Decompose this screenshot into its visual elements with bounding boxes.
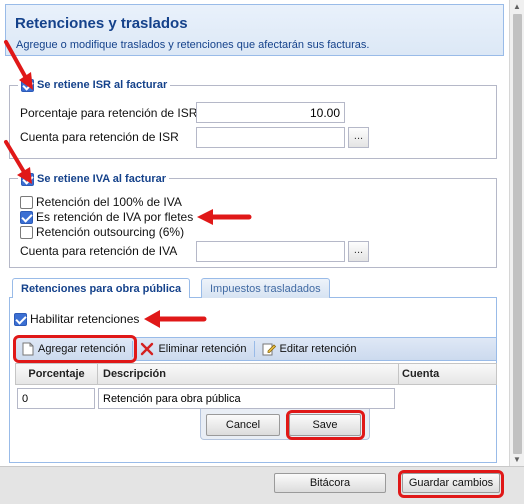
page-description: Agregue o modifique traslados y retencio…: [16, 39, 370, 51]
isr-account-label: Cuenta para retención de ISR: [20, 130, 179, 144]
highlight-save-changes: [398, 470, 504, 498]
iva-outsourcing-checkbox[interactable]: [20, 225, 33, 239]
retenciones-grid-header: Porcentaje Descripción Cuenta: [15, 363, 497, 385]
row-percentage-input[interactable]: [17, 388, 95, 409]
bitacora-button[interactable]: Bitácora: [274, 473, 386, 493]
vertical-scrollbar[interactable]: ▲ ▼: [509, 0, 524, 466]
iva-account-browse-button[interactable]: ...: [348, 241, 369, 262]
annotation-arrow-habilitar-icon: [144, 310, 207, 328]
annotation-arrow-iva-icon: [4, 140, 32, 184]
delete-retencion-button[interactable]: Eliminar retención: [135, 338, 251, 360]
section-header: Retenciones y traslados Agregue o modifi…: [5, 4, 504, 56]
annotation-arrow-isr-icon: [4, 40, 33, 90]
edit-pencil-icon: [262, 343, 276, 356]
enable-retenciones[interactable]: Habilitar retenciones: [14, 312, 139, 326]
isr-account-input[interactable]: [196, 127, 345, 148]
toolbar-separator: [253, 341, 255, 357]
row-description-input[interactable]: [98, 388, 395, 409]
isr-legend[interactable]: Se retiene ISR al facturar: [18, 78, 171, 92]
scroll-down-icon[interactable]: ▼: [513, 456, 521, 464]
enable-retenciones-label: Habilitar retenciones: [30, 312, 140, 326]
column-header-porcentaje[interactable]: Porcentaje: [16, 364, 98, 384]
edit-retencion-label: Editar retención: [279, 343, 357, 355]
delete-x-icon: [141, 342, 154, 356]
edit-retencion-button[interactable]: Editar retención: [257, 338, 362, 360]
iva-fletes-checkbox[interactable]: [20, 210, 33, 224]
delete-retencion-label: Eliminar retención: [158, 343, 247, 355]
isr-percentage-input[interactable]: [196, 102, 345, 123]
enable-retenciones-checkbox[interactable]: [14, 312, 27, 326]
isr-percentage-label: Porcentaje para retención de ISR:: [20, 106, 201, 120]
isr-legend-label: Se retiene ISR al facturar: [37, 79, 168, 91]
highlight-save-button: [286, 410, 365, 440]
page-title: Retenciones y traslados: [15, 15, 188, 32]
iva-100-label: Retención del 100% de IVA: [36, 195, 182, 209]
iva-option-100[interactable]: Retención del 100% de IVA: [20, 195, 182, 209]
tab-obra-publica[interactable]: Retenciones para obra pública: [12, 278, 191, 300]
iva-account-input[interactable]: [196, 241, 345, 262]
iva-legend[interactable]: Se retiene IVA al facturar: [18, 172, 169, 186]
iva-fletes-label: Es retención de IVA por fletes: [36, 210, 194, 224]
tab-impuestos-trasladados[interactable]: Impuestos trasladados: [201, 278, 330, 299]
iva-legend-label: Se retiene IVA al facturar: [37, 173, 166, 185]
iva-outsourcing-label: Retención outsourcing (6%): [36, 225, 185, 239]
column-header-descripcion[interactable]: Descripción: [98, 364, 399, 384]
highlight-add-retencion: [13, 335, 137, 363]
iva-option-outsourcing[interactable]: Retención outsourcing (6%): [20, 225, 184, 239]
isr-account-browse-button[interactable]: ...: [348, 127, 369, 148]
annotation-arrow-fletes-icon: [197, 209, 252, 225]
scroll-thumb[interactable]: [513, 14, 522, 454]
scroll-up-icon[interactable]: ▲: [513, 3, 521, 11]
iva-option-fletes[interactable]: Es retención de IVA por fletes: [20, 210, 193, 224]
column-header-cuenta[interactable]: Cuenta: [399, 364, 496, 384]
iva-100-checkbox[interactable]: [20, 195, 33, 209]
iva-account-label: Cuenta para retención de IVA: [20, 244, 178, 258]
cancel-button[interactable]: Cancel: [206, 414, 280, 436]
